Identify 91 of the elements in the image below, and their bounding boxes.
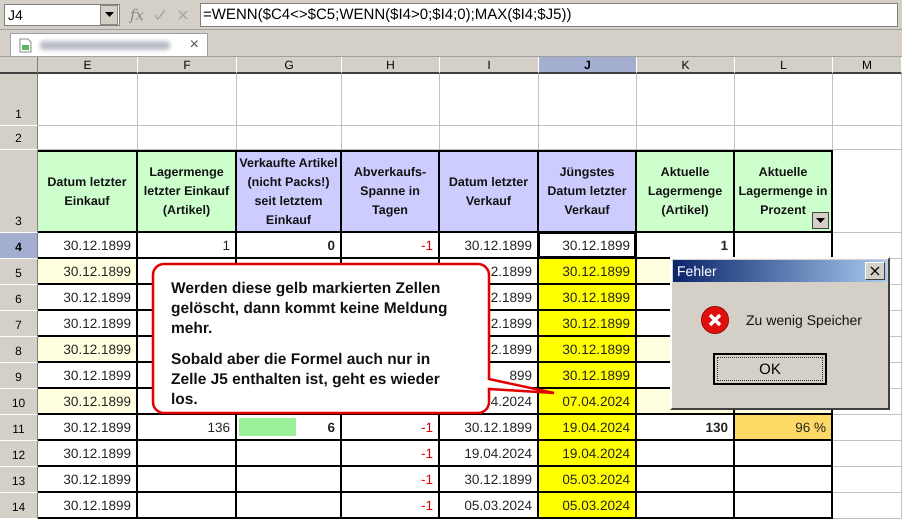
name-box[interactable]: J4 <box>4 4 120 26</box>
table-cell: -1 <box>342 441 440 467</box>
callout-text: Sobald aber die Formel auch nur in Zelle J5 enthalten ist, geht es wieder los. <box>171 350 441 410</box>
row-header[interactable]: 13 <box>0 467 38 493</box>
table-cell <box>833 467 902 493</box>
table-cell: 30.12.1899 <box>539 363 637 389</box>
table-cell: 96 % <box>735 415 833 441</box>
row-header[interactable]: 4 <box>0 233 38 259</box>
formula-input[interactable]: =WENN($C4<>$C5;WENN($I4>0;$I4;0);MAX($I4;$J5)) <box>200 2 898 26</box>
column-header[interactable]: J <box>539 57 637 74</box>
table-cell <box>833 415 902 441</box>
table-cell: -1 <box>342 493 440 519</box>
error-message: Zu wenig Speicher <box>746 312 862 328</box>
error-icon <box>700 305 730 335</box>
column-header[interactable]: G <box>237 57 342 74</box>
header-cell: Aktuelle Lagermenge (Artikel) <box>637 150 735 233</box>
dropdown-caret-icon <box>104 12 114 17</box>
table-cell: 30.12.1899 <box>440 233 539 259</box>
column-header[interactable]: I <box>440 57 539 74</box>
table-cell: 30.12.1899 <box>539 337 637 363</box>
row-header[interactable]: 12 <box>0 441 38 467</box>
ok-button[interactable]: OK <box>713 353 827 385</box>
column-header[interactable]: M <box>833 57 902 74</box>
table-cell: 30.12.1899 <box>539 233 637 259</box>
table-cell <box>833 74 902 126</box>
table-cell <box>833 126 902 150</box>
table-cell: 30.12.1899 <box>539 311 637 337</box>
table-cell: 05.03.2024 <box>539 467 637 493</box>
row-header[interactable]: 1 <box>0 74 38 126</box>
table-cell: 07.04.2024 <box>539 389 637 415</box>
row-header[interactable]: 3 <box>0 150 38 233</box>
table-cell: 05.03.2024 <box>539 493 637 519</box>
table-cell: 30.12.1899 <box>38 311 138 337</box>
table-cell: 19.04.2024 <box>539 441 637 467</box>
table-cell: 30.12.1899 <box>38 389 138 415</box>
document-tab[interactable]: × <box>10 33 208 56</box>
column-header[interactable]: K <box>637 57 735 74</box>
table-cell: 30.12.1899 <box>38 285 138 311</box>
column-header[interactable]: F <box>138 57 237 74</box>
tab-close-button[interactable]: × <box>190 36 199 54</box>
table-cell: 30.12.1899 <box>38 467 138 493</box>
table-cell: 30.12.1899 <box>539 285 637 311</box>
table-cell: 30.12.1899 <box>38 233 138 259</box>
table-cell: 30.12.1899 <box>38 415 138 441</box>
column-header[interactable]: E <box>38 57 138 74</box>
row-header[interactable]: 5 <box>0 259 38 285</box>
header-cell: Abverkaufs-Spanne in Tagen <box>342 150 440 233</box>
table-cell: 0 <box>237 233 342 259</box>
row-header[interactable]: 14 <box>0 493 38 519</box>
table-cell: 30.12.1899 <box>539 259 637 285</box>
dialog-title: Fehler <box>677 263 717 279</box>
table-cell: 30.12.1899 <box>38 493 138 519</box>
select-all-corner[interactable] <box>0 57 38 74</box>
header-cell: Verkaufte Artikel (nicht Packs!) seit letztem Einkauf <box>237 150 342 233</box>
table-cell: -1 <box>342 233 440 259</box>
header-cell: Jüngstes Datum letzter Verkauf <box>539 150 637 233</box>
header-cell: Lagermenge letzter Einkauf (Artikel) <box>138 150 237 233</box>
table-cell: -1 <box>342 415 440 441</box>
caret-icon <box>816 218 825 223</box>
table-cell: 136 <box>138 415 237 441</box>
row-header[interactable]: 6 <box>0 285 38 311</box>
table-cell <box>833 441 902 467</box>
table-cell: -1 <box>342 467 440 493</box>
row-header[interactable]: 11 <box>0 415 38 441</box>
column-header[interactable]: L <box>735 57 833 74</box>
table-cell: 05.03.2024 <box>440 493 539 519</box>
autofilter-button[interactable] <box>812 212 829 229</box>
table-cell: 30.12.1899 <box>38 363 138 389</box>
row-header[interactable]: 7 <box>0 311 38 337</box>
table-cell: 6 <box>237 415 342 441</box>
column-header[interactable]: H <box>342 57 440 74</box>
table-cell: 19.04.2024 <box>539 415 637 441</box>
table-cell: 30.12.1899 <box>440 467 539 493</box>
row-header[interactable]: 2 <box>0 126 38 150</box>
row-header[interactable]: 9 <box>0 363 38 389</box>
table-cell: 1 <box>138 233 237 259</box>
row-header[interactable]: 8 <box>0 337 38 363</box>
row-header[interactable]: 10 <box>0 389 38 415</box>
table-cell: 130 <box>637 415 735 441</box>
table-cell: 30.12.1899 <box>38 337 138 363</box>
table-cell: 30.12.1899 <box>38 259 138 285</box>
table-cell: 1 <box>637 233 735 259</box>
header-cell: Aktuelle Lagermenge in Prozent <box>735 150 833 233</box>
accept-check-icon[interactable] <box>154 8 166 20</box>
table-cell: 30.12.1899 <box>440 415 539 441</box>
spreadsheet-file-icon <box>19 38 32 52</box>
close-button[interactable]: × <box>865 262 885 280</box>
table-cell: 19.04.2024 <box>440 441 539 467</box>
header-cell: Datum letzter Einkauf <box>38 150 138 233</box>
table-cell: 30.12.1899 <box>38 441 138 467</box>
header-cell: Datum letzter Verkauf <box>440 150 539 233</box>
